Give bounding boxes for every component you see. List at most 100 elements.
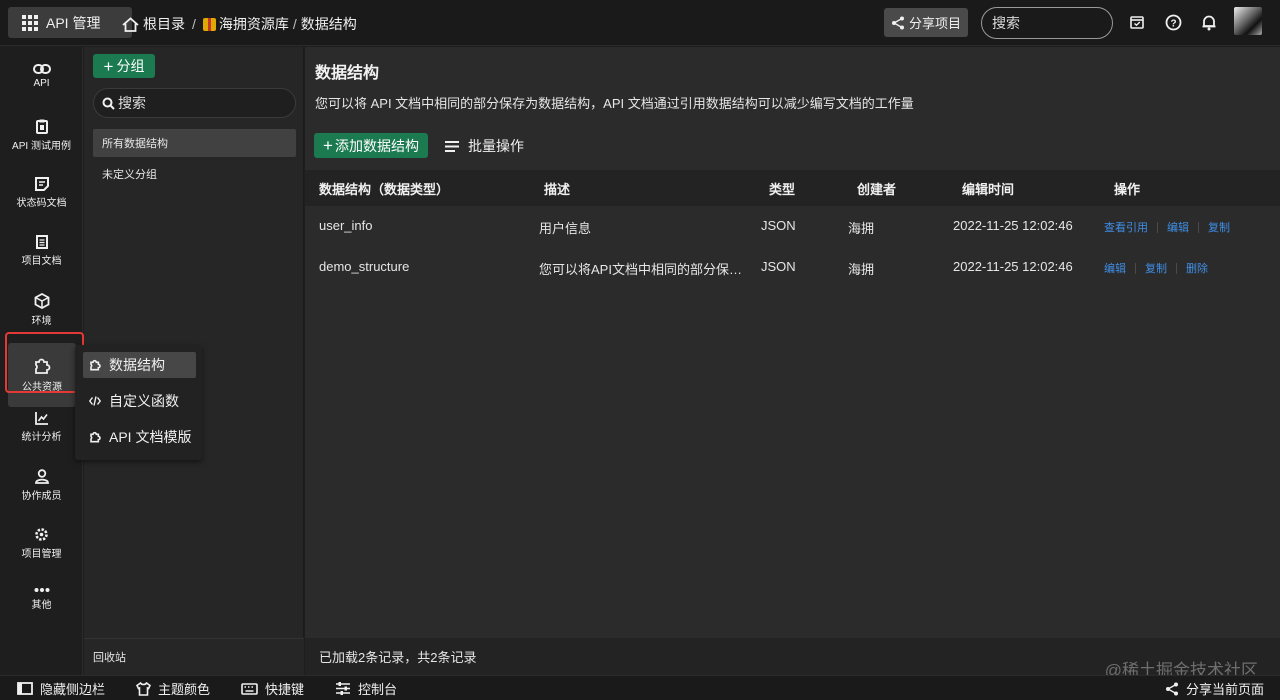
page-title: 数据结构 <box>315 65 380 82</box>
status-code-icon <box>34 177 49 191</box>
cell-desc: 您可以将API文档中相同的部分保… <box>539 262 742 277</box>
rail-item-more[interactable]: 其他 <box>0 587 83 611</box>
rail-item-public-resources[interactable]: 公共资源 <box>8 343 76 407</box>
edit-link[interactable]: 编辑 <box>1167 219 1189 235</box>
svg-text:?: ? <box>1170 18 1176 29</box>
search-icon <box>102 97 115 110</box>
gear-icon <box>35 528 48 541</box>
divider <box>1135 262 1136 274</box>
column-header: 创建者 <box>857 182 897 197</box>
rail-item-api[interactable]: API <box>0 63 83 89</box>
top-bar: API 管理 根目录 / 海拥资源库 / 数据结构 分享项目 ? <box>0 0 1280 46</box>
code-icon <box>89 396 101 406</box>
column-header: 编辑时间 <box>962 182 1015 197</box>
add-group-button[interactable]: + 分组 <box>93 54 155 78</box>
group-item-all[interactable]: 所有数据结构 <box>93 129 296 157</box>
avatar[interactable] <box>1234 7 1262 35</box>
environment-icon <box>34 293 49 309</box>
row-actions: 查看引用 编辑 复制 <box>1104 219 1230 235</box>
cell-creator: 海拥 <box>848 221 875 236</box>
page-description: 您可以将 API 文档中相同的部分保存为数据结构，API 文档通过引用数据结构可… <box>315 96 914 111</box>
cell-name: demo_structure <box>319 259 410 274</box>
public-resources-flyout: 数据结构 自定义函数 API 文档模版 <box>75 345 202 460</box>
column-header: 类型 <box>769 182 796 197</box>
breadcrumb-project[interactable]: 海拥资源库 <box>202 14 289 34</box>
column-header: 描述 <box>544 182 571 197</box>
calendar-check-icon[interactable] <box>1127 12 1147 32</box>
copy-link[interactable]: 复制 <box>1145 260 1167 276</box>
cell-name: user_info <box>319 218 373 233</box>
puzzle-icon <box>90 431 101 443</box>
batch-operation-button[interactable]: 批量操作 <box>444 136 524 156</box>
main-content: 数据结构 您可以将 API 文档中相同的部分保存为数据结构，API 文档通过引用… <box>305 47 1280 638</box>
rail-item-environment[interactable]: 环境 <box>0 293 83 327</box>
rail-item-test-case[interactable]: API 测试用例 <box>0 119 83 152</box>
cell-creator: 海拥 <box>848 262 875 277</box>
link-icon <box>32 64 51 74</box>
breadcrumb-current: 数据结构 <box>300 16 357 32</box>
puzzle-icon <box>90 359 101 371</box>
bottom-bar: 隐藏侧边栏 主题颜色 快捷键 控制台 分享当前页面 <box>0 675 1280 700</box>
breadcrumb: 根目录 / 海拥资源库 / 数据结构 <box>122 14 357 34</box>
puzzle-icon <box>35 358 51 374</box>
flyout-item-custom-function[interactable]: 自定义函数 <box>83 388 196 414</box>
test-case-icon <box>35 119 48 134</box>
table-row[interactable]: demo_structure 您可以将API文档中相同的部分保… JSON 海拥… <box>305 247 1280 287</box>
more-icon <box>34 588 49 592</box>
theme-color-button[interactable]: 主题颜色 <box>136 679 210 698</box>
bell-icon[interactable] <box>1199 12 1219 32</box>
plus-icon: + <box>103 56 114 76</box>
recycle-bin[interactable]: 回收站 <box>84 638 304 675</box>
user-icon <box>34 469 49 484</box>
rail-item-members[interactable]: 协作成员 <box>0 469 83 502</box>
copy-link[interactable]: 复制 <box>1208 219 1230 235</box>
breadcrumb-separator: / <box>192 16 196 32</box>
cell-time: 2022-11-25 12:02:46 <box>953 218 1073 233</box>
flyout-item-data-structure[interactable]: 数据结构 <box>83 352 196 378</box>
view-references-link[interactable]: 查看引用 <box>1104 219 1148 235</box>
home-icon <box>122 16 139 32</box>
rail-item-statistics[interactable]: 统计分析 <box>0 411 83 443</box>
share-page-button[interactable]: 分享当前页面 <box>1165 679 1264 698</box>
breadcrumb-root[interactable]: 根目录 <box>122 14 185 34</box>
group-panel: + 分组 搜索 所有数据结构 未定义分组 <box>84 47 304 638</box>
shirt-icon <box>136 681 151 696</box>
search-input[interactable] <box>981 7 1113 39</box>
cell-type: JSON <box>761 259 796 274</box>
edit-link[interactable]: 编辑 <box>1104 260 1126 276</box>
rail-item-project-management[interactable]: 项目管理 <box>0 527 83 560</box>
share-project-button[interactable]: 分享项目 <box>884 8 968 37</box>
group-search-input[interactable]: 搜索 <box>93 88 296 118</box>
api-management-label: API 管理 <box>46 14 101 31</box>
row-actions: 编辑 复制 删除 <box>1104 260 1208 276</box>
rail-item-project-docs[interactable]: 项目文档 <box>0 235 83 267</box>
divider <box>1176 262 1177 274</box>
keyboard-icon <box>241 682 258 695</box>
flyout-item-doc-template[interactable]: API 文档模版 <box>83 424 196 450</box>
share-icon <box>891 16 904 29</box>
breadcrumb-separator: / <box>292 16 297 32</box>
delete-link[interactable]: 删除 <box>1186 260 1208 276</box>
console-button[interactable]: 控制台 <box>335 679 397 698</box>
hide-sidebar-button[interactable]: 隐藏侧边栏 <box>17 679 105 698</box>
cell-desc: 用户信息 <box>539 221 592 236</box>
table-header: 数据结构（数据类型） 描述 类型 创建者 编辑时间 操作 <box>305 170 1280 206</box>
grid-icon <box>22 14 38 31</box>
sidebar-icon <box>17 682 33 695</box>
rail-item-status-code[interactable]: 状态码文档 <box>0 177 83 209</box>
help-icon[interactable]: ? <box>1163 12 1183 32</box>
plus-icon: + <box>323 136 333 155</box>
left-rail: API API 测试用例 状态码文档 项目文档 环境 公共资源 统计分析 协作成… <box>0 47 83 675</box>
shortcuts-button[interactable]: 快捷键 <box>241 679 304 698</box>
cell-time: 2022-11-25 12:02:46 <box>953 259 1073 274</box>
api-management-button[interactable]: API 管理 <box>8 7 132 38</box>
list-icon <box>445 140 459 152</box>
document-icon <box>35 235 48 249</box>
table-row[interactable]: user_info 用户信息 JSON 海拥 2022-11-25 12:02:… <box>305 206 1280 246</box>
group-item-undefined[interactable]: 未定义分组 <box>93 160 296 188</box>
divider <box>1198 221 1199 233</box>
column-header: 操作 <box>1114 182 1141 197</box>
add-data-structure-button[interactable]: + 添加数据结构 <box>314 133 428 158</box>
chart-icon <box>34 412 48 425</box>
gift-icon <box>202 17 216 31</box>
